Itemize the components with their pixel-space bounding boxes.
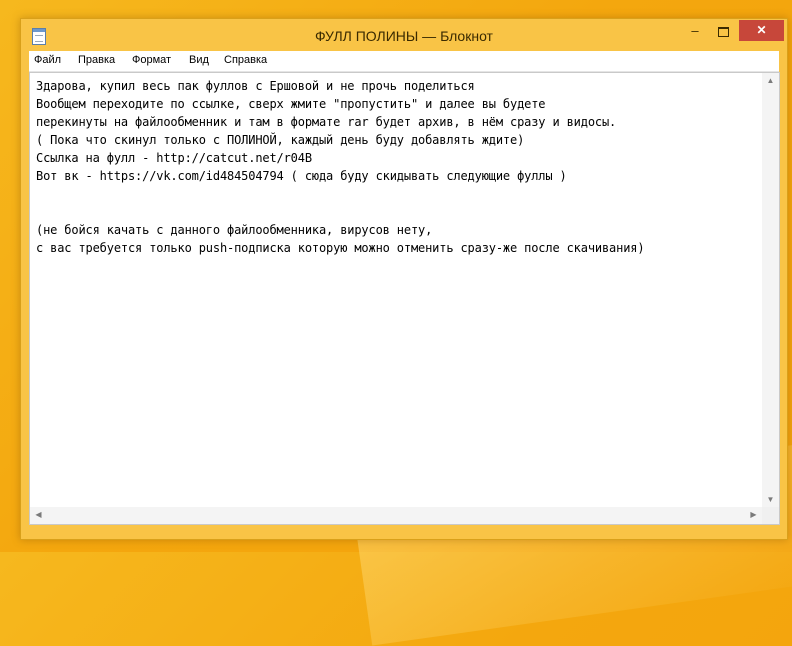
menu-edit[interactable]: Правка — [78, 54, 115, 66]
window-title: ФУЛЛ ПОЛИНЫ — Блокнот — [315, 28, 493, 44]
text-line-empty — [36, 185, 757, 203]
menu-bar: Файл Правка Формат Вид Справка — [29, 51, 779, 72]
minimize-button[interactable]: ‒ — [682, 20, 708, 41]
menu-view[interactable]: Вид — [189, 54, 209, 66]
text-line: ( Пока что скинул только с ПОЛИНОЙ, кажд… — [36, 133, 525, 147]
menu-format[interactable]: Формат — [132, 54, 171, 66]
maximize-icon — [717, 26, 729, 37]
title-bar[interactable]: ФУЛЛ ПОЛИНЫ — Блокнот ‒ ✕ — [21, 19, 787, 51]
scroll-up-icon[interactable]: ▲ — [762, 76, 779, 85]
horizontal-scrollbar[interactable]: ◀ ▶ — [30, 507, 762, 524]
vertical-scrollbar[interactable]: ▲ ▼ — [762, 73, 779, 507]
scroll-right-icon[interactable]: ▶ — [745, 510, 762, 519]
maximize-button[interactable] — [710, 20, 736, 41]
text-line-empty — [36, 203, 757, 221]
document-text[interactable]: Здарова, купил весь пак фуллов с Ершовой… — [36, 77, 757, 504]
scroll-left-icon[interactable]: ◀ — [30, 510, 47, 519]
text-line-link: Вот вк - https://vk.com/id484504794 ( сю… — [36, 169, 567, 183]
text-line-link: Ссылка на фулл - http://catcut.net/r04B — [36, 151, 312, 165]
text-line: с вас требуется только push-подписка кот… — [36, 241, 645, 255]
text-line: перекинуты на файлообменник и там в форм… — [36, 115, 617, 129]
menu-help[interactable]: Справка — [224, 54, 267, 66]
text-line: (не бойся качать с данного файлообменник… — [36, 223, 433, 237]
text-editor[interactable]: Здарова, купил весь пак фуллов с Ершовой… — [29, 72, 780, 525]
text-line: Здарова, купил весь пак фуллов с Ершовой… — [36, 79, 475, 93]
close-button[interactable]: ✕ — [739, 20, 784, 41]
text-line: Вообщем переходите по ссылке, сверх жмит… — [36, 97, 546, 111]
menu-file[interactable]: Файл — [34, 54, 61, 66]
resize-grip[interactable] — [762, 507, 779, 524]
notepad-window: ФУЛЛ ПОЛИНЫ — Блокнот ‒ ✕ Файл Правка Фо… — [20, 18, 788, 540]
scroll-down-icon[interactable]: ▼ — [762, 495, 779, 504]
